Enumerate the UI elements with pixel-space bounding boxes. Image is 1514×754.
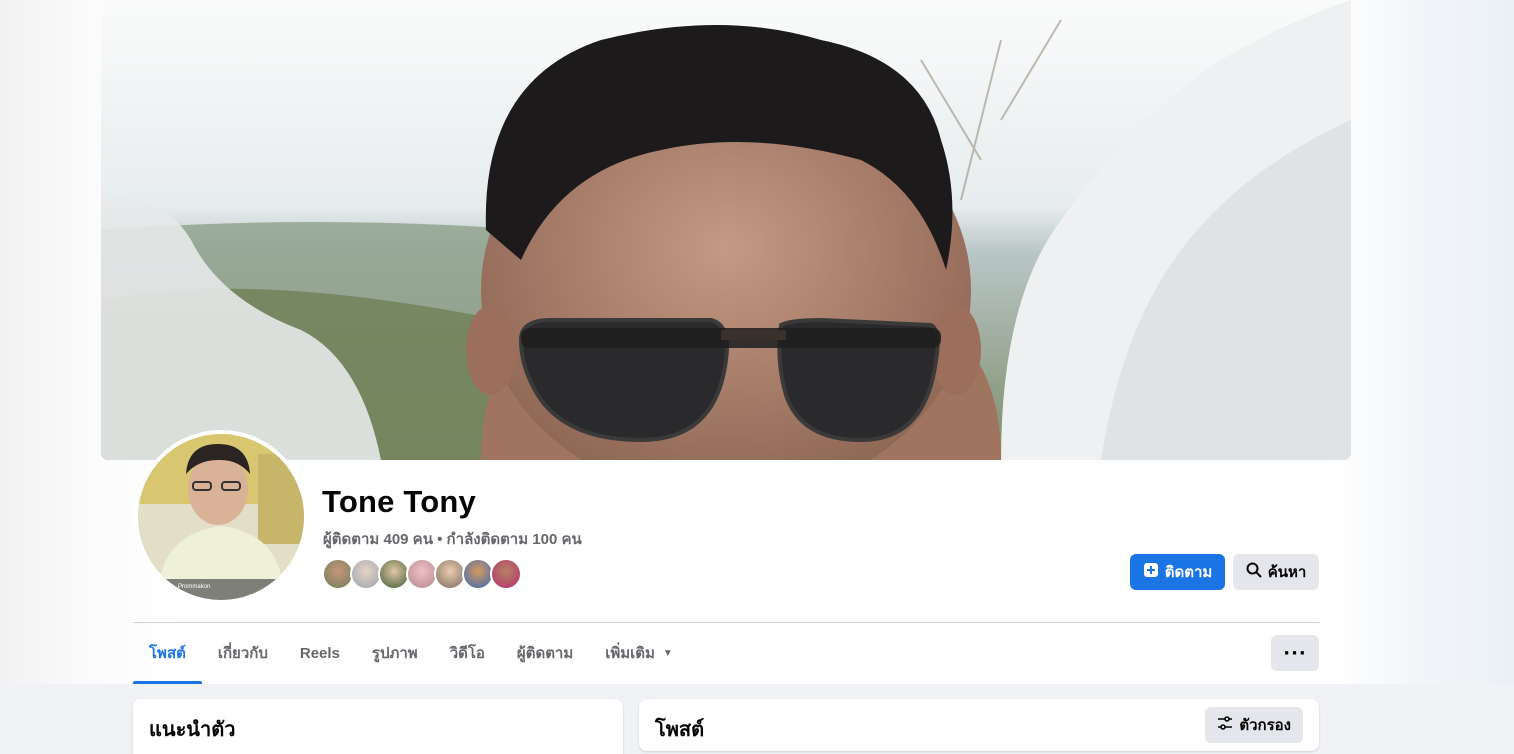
follow-stats[interactable]: ผู้ติดตาม 409 คน • กำลังติดตาม 100 คน bbox=[323, 527, 582, 551]
intro-title: แนะนำตัว bbox=[149, 719, 236, 741]
follow-button-label: ติดตาม bbox=[1164, 564, 1213, 581]
search-button-label: ค้นหา bbox=[1267, 564, 1307, 581]
profile-avatar[interactable]: Prommakon bbox=[134, 430, 308, 604]
follower-avatar[interactable] bbox=[490, 558, 522, 590]
caret-down-icon: ▼ bbox=[662, 647, 673, 659]
more-options-button[interactable]: ··· bbox=[1271, 635, 1319, 671]
tab-photos[interactable]: รูปภาพ bbox=[356, 623, 434, 683]
tab-reels[interactable]: Reels bbox=[284, 623, 356, 683]
tab-followers[interactable]: ผู้ติดตาม bbox=[501, 623, 589, 683]
user-add-icon bbox=[1143, 562, 1159, 582]
posts-card: โพสต์ ตัวกรอง bbox=[639, 699, 1319, 751]
more-dots-icon: ··· bbox=[1283, 642, 1307, 664]
filter-icon bbox=[1217, 716, 1233, 734]
tab-videos[interactable]: วิดีโอ bbox=[434, 623, 501, 683]
profile-name: Tone Tony bbox=[322, 484, 476, 519]
intro-card: แนะนำตัว bbox=[133, 699, 623, 754]
profile-tabs: โพสต์ เกี่ยวกับ Reels รูปภาพ วิดีโอ ผู้ต… bbox=[133, 623, 689, 684]
filter-button[interactable]: ตัวกรอง bbox=[1205, 707, 1303, 743]
search-button[interactable]: ค้นหา bbox=[1233, 554, 1319, 590]
search-icon bbox=[1246, 562, 1262, 582]
tab-posts[interactable]: โพสต์ bbox=[133, 623, 202, 684]
follow-button[interactable]: ติดตาม bbox=[1130, 554, 1225, 590]
follower-avatars[interactable] bbox=[322, 558, 522, 590]
filter-button-label: ตัวกรอง bbox=[1239, 717, 1291, 734]
avatar-caption: Prommakon bbox=[178, 584, 211, 590]
cover-photo[interactable] bbox=[101, 0, 1351, 460]
tab-about[interactable]: เกี่ยวกับ bbox=[202, 623, 284, 683]
tab-more[interactable]: เพิ่มเติม ▼ bbox=[589, 623, 689, 683]
posts-title: โพสต์ bbox=[655, 719, 705, 741]
